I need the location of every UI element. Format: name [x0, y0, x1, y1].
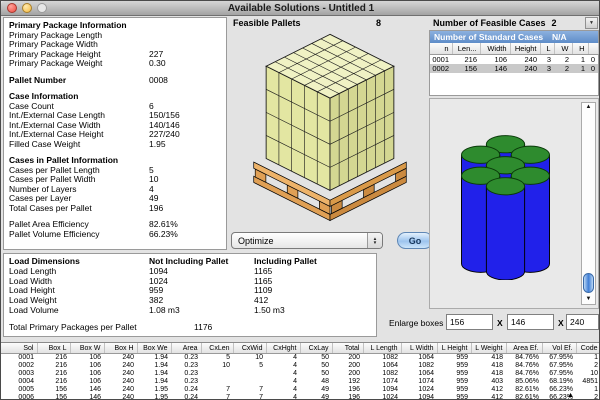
total-packages-label: Total Primary Packages per Pallet — [9, 323, 194, 333]
solution-row[interactable]: 0003216106240 1.940.23 4502001082 106495… — [1, 370, 600, 378]
info-label: Filled Case Weight — [9, 140, 149, 150]
case-3d-view — [448, 127, 563, 280]
load-value-excl: 959 — [149, 286, 254, 296]
pallet-number-value: 0008 — [149, 76, 226, 86]
feasible-cases-value: 2 — [546, 18, 562, 28]
solutions-header-row[interactable]: SolBox L Box WBox H Box WeArea CxLenCxWi… — [1, 343, 600, 354]
solution-row[interactable]: 0006156146240 1.950.2477 4491961024 1094… — [1, 394, 600, 400]
window-title: Available Solutions - Untitled 1 — [228, 3, 374, 14]
total-packages-value: 1176 — [194, 323, 212, 333]
solution-row[interactable]: 0004216106240 1.940.23 4481921074 107495… — [1, 378, 600, 386]
zoom-button[interactable] — [37, 3, 47, 13]
optimize-dropdown-value: Optimize — [232, 236, 367, 246]
scroll-down-icon[interactable]: ▼ — [586, 295, 592, 304]
load-row: Load Weight 382 412 — [9, 296, 376, 306]
load-value-incl: 1165 — [254, 277, 376, 287]
total-packages-row: Total Primary Packages per Pallet 1176 — [9, 323, 376, 333]
close-button[interactable] — [7, 3, 17, 13]
info-value: 1.95 — [149, 140, 226, 150]
feasible-cases-dropdown-button[interactable]: ▼ — [585, 17, 598, 29]
go-button[interactable]: Go — [397, 232, 433, 249]
info-row: Total Cases per Pallet 196 — [9, 204, 226, 214]
case-picture-panel: ▲ ▼ — [429, 98, 599, 309]
case-table[interactable]: nLen... WidthHeight LW H 0001216 106240 … — [430, 43, 599, 73]
solutions-table-panel: SolBox L Box WBox H Box WeArea CxLenCxWi… — [1, 342, 600, 400]
dimension-separator: X — [558, 318, 564, 328]
case-table-row-selected[interactable]: 0002156 146240 32 10 — [430, 64, 598, 73]
load-row: Load Length 1094 1165 — [9, 267, 376, 277]
solution-row[interactable]: 0005156146240 1.950.2477 4491961094 1024… — [1, 386, 600, 394]
load-value-incl: 1109 — [254, 286, 376, 296]
case-table-header-row[interactable]: nLen... WidthHeight LW H — [430, 43, 598, 55]
load-row: Load Width 1024 1165 — [9, 277, 376, 287]
optimize-dropdown[interactable]: Optimize ▲▼ — [231, 232, 383, 249]
minimize-button[interactable] — [22, 3, 32, 13]
case-table-row[interactable]: 0001216 106240 32 10 — [430, 55, 598, 65]
pallet-number-label: Pallet Number — [9, 76, 149, 86]
title-bar[interactable]: Available Solutions - Untitled 1 — [1, 1, 600, 16]
info-label: Pallet Volume Efficiency — [9, 230, 149, 240]
load-row: Load Height 959 1109 — [9, 286, 376, 296]
info-value — [149, 31, 226, 41]
load-dimensions-panel: Load Dimensions Not Including Pallet Inc… — [3, 253, 377, 337]
chevron-down-icon: ▼ — [589, 20, 594, 26]
enlarge-width-input[interactable] — [446, 314, 493, 330]
load-value-incl: 1.50 m3 — [254, 306, 376, 316]
feasible-pallets-label: Feasible Pallets — [233, 18, 301, 28]
case-view-scrollbar[interactable]: ▲ ▼ — [581, 102, 596, 305]
application-window: Available Solutions - Untitled 1 Primary… — [0, 0, 600, 400]
info-value: 66.23% — [149, 230, 226, 240]
solutions-table[interactable]: SolBox L Box WBox H Box WeArea CxLenCxWi… — [1, 343, 600, 400]
efficiency-row: Pallet Volume Efficiency 66.23% — [9, 230, 226, 240]
scrollbar-track[interactable] — [582, 112, 595, 295]
info-row: Primary Package Weight 0.30 — [9, 59, 226, 69]
window-controls — [7, 3, 47, 13]
feasible-cases-label: Number of Feasible Cases — [433, 18, 546, 28]
load-value-incl: 1165 — [254, 267, 376, 277]
standard-cases-value: N/A — [552, 32, 598, 42]
info-value: 4 — [149, 185, 226, 195]
info-label: Total Cases per Pallet — [9, 204, 149, 214]
scroll-up-icon[interactable]: ▲ — [586, 103, 592, 112]
solution-row[interactable]: 0002216106240 1.940.23105 4502001064 108… — [1, 362, 600, 370]
load-label: Load Volume — [9, 306, 149, 316]
enlarge-depth-input[interactable] — [566, 314, 599, 330]
info-value: 5 — [149, 166, 226, 176]
col-header-including: Including Pallet — [254, 257, 376, 267]
popup-stepper-icon: ▲▼ — [367, 233, 382, 248]
pallet-3d-view — [234, 29, 426, 233]
info-value: 196 — [149, 204, 226, 214]
load-row: Load Volume 1.08 m3 1.50 m3 — [9, 306, 376, 316]
info-label: Primary Package Weight — [9, 59, 149, 69]
pallet-number-row: Pallet Number 0008 — [9, 76, 226, 86]
standard-cases-panel: Number of Standard Cases N/A nLen... Wid… — [429, 30, 599, 96]
dimension-separator: X — [497, 318, 503, 328]
sort-up-indicator-icon: ▲ — [567, 392, 574, 399]
load-value-excl: 1024 — [149, 277, 254, 287]
info-row: Filled Case Weight 1.95 — [9, 140, 226, 150]
scrollbar-thumb[interactable] — [583, 273, 594, 293]
info-value: 10 — [149, 175, 226, 185]
info-value: 0.30 — [149, 59, 226, 69]
solution-row[interactable]: 0001216106240 1.940.23510 4502001082 106… — [1, 354, 600, 363]
feasible-pallets-count: 8 — [361, 18, 381, 28]
enlarge-height-input[interactable] — [507, 314, 554, 330]
load-value-excl: 1.08 m3 — [149, 306, 254, 316]
standard-cases-header: Number of Standard Cases N/A — [430, 31, 598, 43]
package-info-panel: Primary Package Information Primary Pack… — [3, 17, 227, 250]
enlarge-boxes-label: Enlarge boxes — [389, 318, 443, 328]
